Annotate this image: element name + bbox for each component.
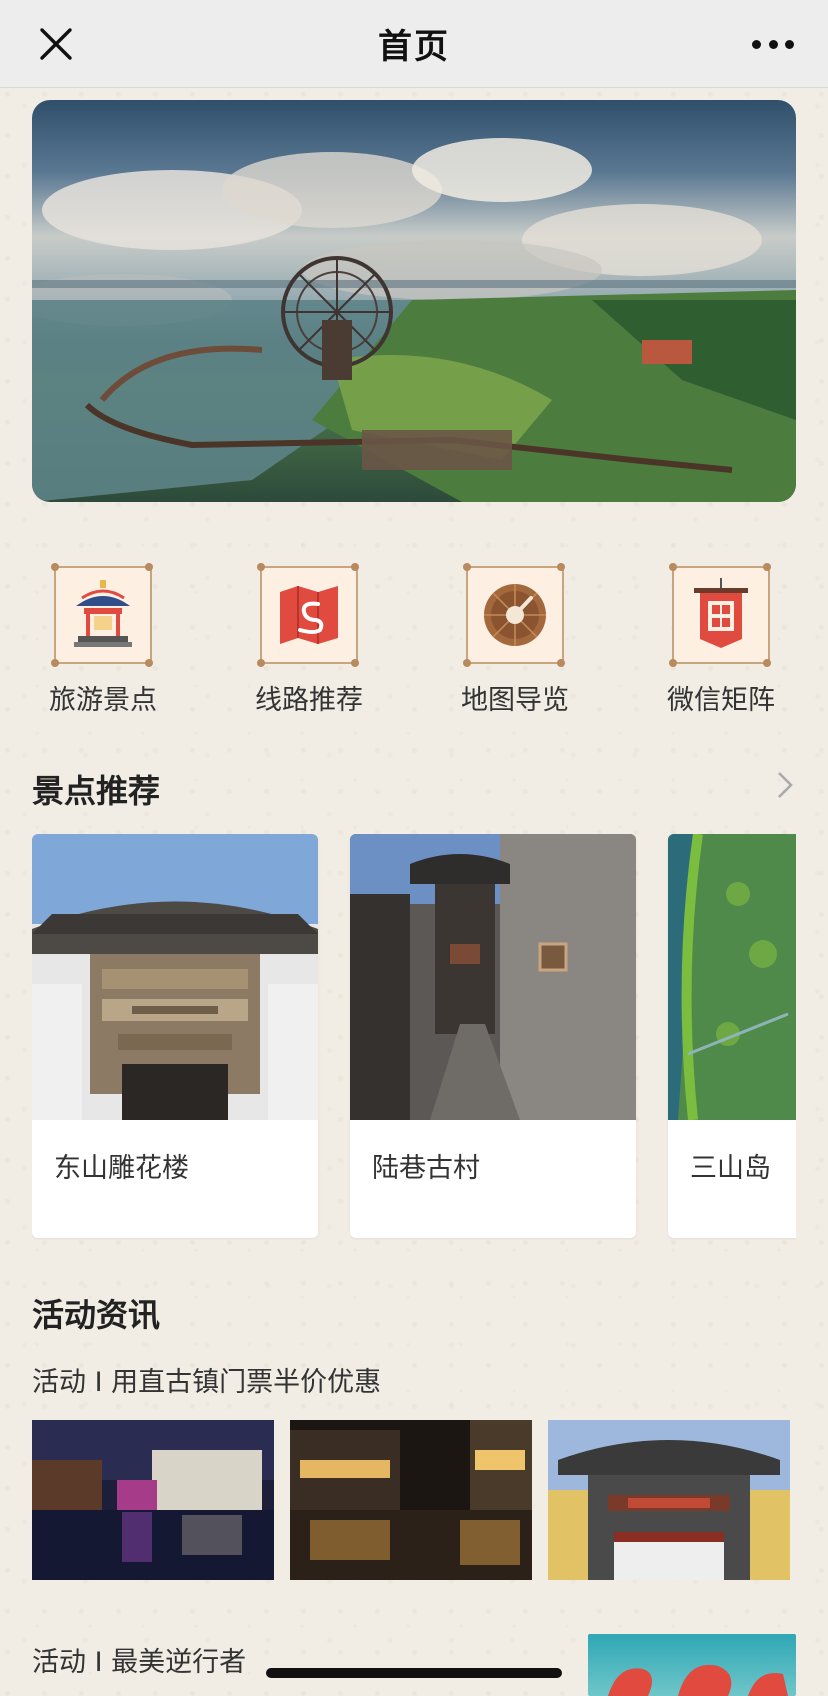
- quick-link-routes[interactable]: 线路推荐: [239, 563, 379, 717]
- banner-image[interactable]: [32, 100, 796, 502]
- scenic-card-name: 东山雕花楼: [54, 1153, 189, 1184]
- ancient-gate-image: [548, 1420, 790, 1580]
- ancient-village-image: [350, 834, 636, 1120]
- carved-gate-image: [32, 834, 318, 1120]
- quick-link-label: 旅游景点: [49, 685, 157, 716]
- home-indicator: [266, 1668, 562, 1678]
- nav-bar: 首页: [0, 0, 828, 88]
- news-poster-image[interactable]: [588, 1634, 796, 1696]
- section-title-recommend: 景点推荐: [32, 772, 161, 810]
- window-banner-icon: [669, 563, 770, 667]
- quick-link-label: 线路推荐: [255, 685, 363, 716]
- quick-link-wechat[interactable]: 微信矩阵: [651, 563, 791, 717]
- island-aerial-image: [668, 834, 796, 1120]
- route-map-icon: [257, 563, 358, 667]
- news-item-title[interactable]: 活动 I 用直古镇门票半价优惠: [32, 1360, 381, 1399]
- pavilion-icon: [51, 563, 152, 667]
- quick-link-scenic[interactable]: 旅游景点: [33, 563, 173, 717]
- scenic-card-name: 三山岛: [690, 1153, 771, 1184]
- scenic-card[interactable]: 陆巷古村: [350, 834, 636, 1238]
- more-dots-icon[interactable]: [748, 26, 798, 62]
- scenic-card-list: 东山雕花楼 陆巷古村 三山岛: [32, 834, 796, 1240]
- news-item-title[interactable]: 活动 I 最美逆行者: [32, 1640, 246, 1679]
- close-icon[interactable]: [38, 26, 74, 62]
- scenic-card-name: 陆巷古村: [372, 1153, 480, 1184]
- scenic-card[interactable]: 三山岛: [668, 834, 796, 1238]
- quick-links: 旅游景点 线路推荐 地图导览 微信矩阵: [0, 563, 828, 717]
- compass-icon: [463, 563, 564, 667]
- quick-link-map[interactable]: 地图导览: [445, 563, 585, 717]
- chevron-right-icon[interactable]: [774, 770, 796, 800]
- quick-link-label: 地图导览: [461, 685, 569, 716]
- scenic-card[interactable]: 东山雕花楼: [32, 834, 318, 1238]
- night-canal-image: [290, 1420, 532, 1580]
- section-title-news: 活动资讯: [32, 1296, 161, 1334]
- night-street-image: [32, 1420, 274, 1580]
- page-title: 首页: [378, 27, 450, 67]
- news-item-images[interactable]: [32, 1420, 798, 1582]
- quick-link-label: 微信矩阵: [667, 685, 775, 716]
